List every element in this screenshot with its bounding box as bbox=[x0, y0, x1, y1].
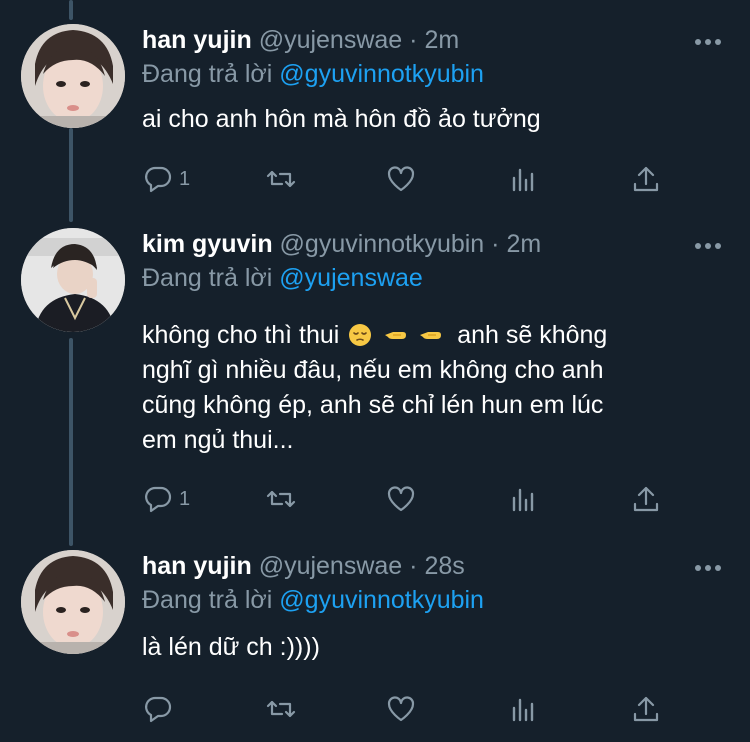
reply-button[interactable]: 1 bbox=[143, 482, 190, 516]
like-button[interactable] bbox=[386, 692, 416, 726]
timestamp[interactable]: 28s bbox=[424, 552, 464, 580]
tweet-text-segment: không cho thì thui bbox=[142, 321, 340, 349]
timestamp[interactable]: 2m bbox=[506, 230, 541, 258]
heart-icon bbox=[387, 166, 415, 192]
tweet-text-line: ai cho anh hôn mà hôn đồ ảo tưởng bbox=[142, 105, 541, 133]
display-name[interactable]: han yujin bbox=[142, 552, 252, 580]
reply-button[interactable]: 1 bbox=[143, 162, 190, 196]
retweet-button[interactable] bbox=[266, 162, 296, 196]
tweet[interactable]: han yujin @yujenswae · 2m Đang trả lời @… bbox=[0, 24, 750, 200]
profile-photo bbox=[21, 228, 125, 332]
reply-icon bbox=[145, 486, 172, 513]
tweet-text-line: cũng không ép, anh sẽ chỉ lén hun em lúc bbox=[142, 391, 604, 419]
heart-icon bbox=[387, 696, 415, 722]
share-button[interactable] bbox=[631, 162, 661, 196]
separator-dot: · bbox=[409, 26, 418, 54]
tweet[interactable]: han yujin @yujenswae · 28s Đang trả lời … bbox=[0, 550, 750, 730]
share-icon bbox=[633, 696, 659, 722]
share-button[interactable] bbox=[631, 482, 661, 516]
analytics-button[interactable] bbox=[509, 692, 539, 726]
like-button[interactable] bbox=[386, 482, 416, 516]
analytics-icon bbox=[512, 698, 534, 722]
pensive-face-icon bbox=[349, 324, 372, 346]
analytics-button[interactable] bbox=[509, 482, 539, 516]
display-name[interactable]: kim gyuvin bbox=[142, 230, 273, 258]
retweet-button[interactable] bbox=[266, 692, 296, 726]
tweet-actions: 1 bbox=[0, 482, 750, 516]
username[interactable]: @yujenswae bbox=[259, 552, 403, 580]
reply-icon bbox=[145, 696, 172, 723]
username[interactable]: @yujenswae bbox=[259, 26, 403, 54]
profile-photo bbox=[21, 550, 125, 654]
heart-icon bbox=[387, 486, 415, 512]
mention-link[interactable]: @gyuvinnotkyubin bbox=[279, 586, 484, 614]
reply-count: 1 bbox=[179, 167, 191, 190]
avatar[interactable] bbox=[21, 228, 125, 332]
replying-to-label: Đang trả lời bbox=[142, 586, 273, 614]
separator-dot: · bbox=[409, 552, 418, 580]
tweet-actions: 1 bbox=[0, 162, 750, 196]
reply-button[interactable] bbox=[143, 692, 179, 726]
avatar[interactable] bbox=[21, 550, 125, 654]
replying-to: Đang trả lời @yujenswae bbox=[142, 262, 423, 294]
reply-count: 1 bbox=[179, 487, 191, 510]
replying-to: Đang trả lời @gyuvinnotkyubin bbox=[142, 58, 484, 90]
tweet-header: han yujin @yujenswae · 2m bbox=[142, 24, 459, 56]
tweet-text-line: em ngủ thui... bbox=[142, 426, 294, 454]
more-options-icon[interactable] bbox=[694, 564, 722, 572]
username[interactable]: @gyuvinnotkyubin bbox=[280, 230, 485, 258]
retweet-icon bbox=[266, 170, 296, 188]
profile-photo bbox=[21, 24, 125, 128]
tweet-text: là lén dữ ch :)))) bbox=[142, 630, 702, 665]
thread-connector-line bbox=[69, 0, 73, 20]
separator-dot: · bbox=[491, 230, 500, 258]
retweet-icon bbox=[266, 490, 296, 508]
tweet-text-line: không cho thì thui anh sẽ không bbox=[142, 318, 702, 353]
share-button[interactable] bbox=[631, 692, 661, 726]
tweet-text-line: nghĩ gì nhiều đâu, nếu em không cho anh bbox=[142, 356, 604, 384]
avatar[interactable] bbox=[21, 24, 125, 128]
tweet-text: không cho thì thui anh sẽ không nghĩ gì … bbox=[142, 318, 702, 458]
backhand-index-pointing-left-icon bbox=[385, 332, 407, 339]
more-options-icon[interactable] bbox=[694, 242, 722, 250]
tweet-text-segment: anh sẽ không bbox=[457, 321, 608, 349]
tweet-text-line: là lén dữ ch :)))) bbox=[142, 633, 320, 661]
tweet-text: ai cho anh hôn mà hôn đồ ảo tưởng bbox=[142, 102, 702, 137]
analytics-button[interactable] bbox=[509, 162, 539, 196]
like-button[interactable] bbox=[386, 162, 416, 196]
tweet[interactable]: kim gyuvin @gyuvinnotkyubin · 2m Đang tr… bbox=[0, 228, 750, 524]
more-options-icon[interactable] bbox=[694, 38, 722, 46]
timestamp[interactable]: 2m bbox=[424, 26, 459, 54]
retweet-icon bbox=[266, 700, 296, 718]
tweet-header: han yujin @yujenswae · 28s bbox=[142, 550, 465, 582]
tweet-actions bbox=[0, 692, 750, 726]
retweet-button[interactable] bbox=[266, 482, 296, 516]
display-name[interactable]: han yujin bbox=[142, 26, 252, 54]
replying-to-label: Đang trả lời bbox=[142, 60, 273, 88]
backhand-index-pointing-left-icon bbox=[420, 332, 442, 339]
tweet-header: kim gyuvin @gyuvinnotkyubin · 2m bbox=[142, 228, 541, 260]
analytics-icon bbox=[512, 168, 534, 192]
mention-link[interactable]: @gyuvinnotkyubin bbox=[279, 60, 484, 88]
replying-to-label: Đang trả lời bbox=[142, 264, 273, 292]
share-icon bbox=[633, 486, 659, 512]
reply-icon bbox=[145, 166, 172, 193]
replying-to: Đang trả lời @gyuvinnotkyubin bbox=[142, 584, 484, 616]
thread-feed: han yujin @yujenswae · 2m Đang trả lời @… bbox=[0, 0, 750, 742]
mention-link[interactable]: @yujenswae bbox=[279, 264, 423, 292]
analytics-icon bbox=[512, 488, 534, 512]
share-icon bbox=[633, 166, 659, 192]
